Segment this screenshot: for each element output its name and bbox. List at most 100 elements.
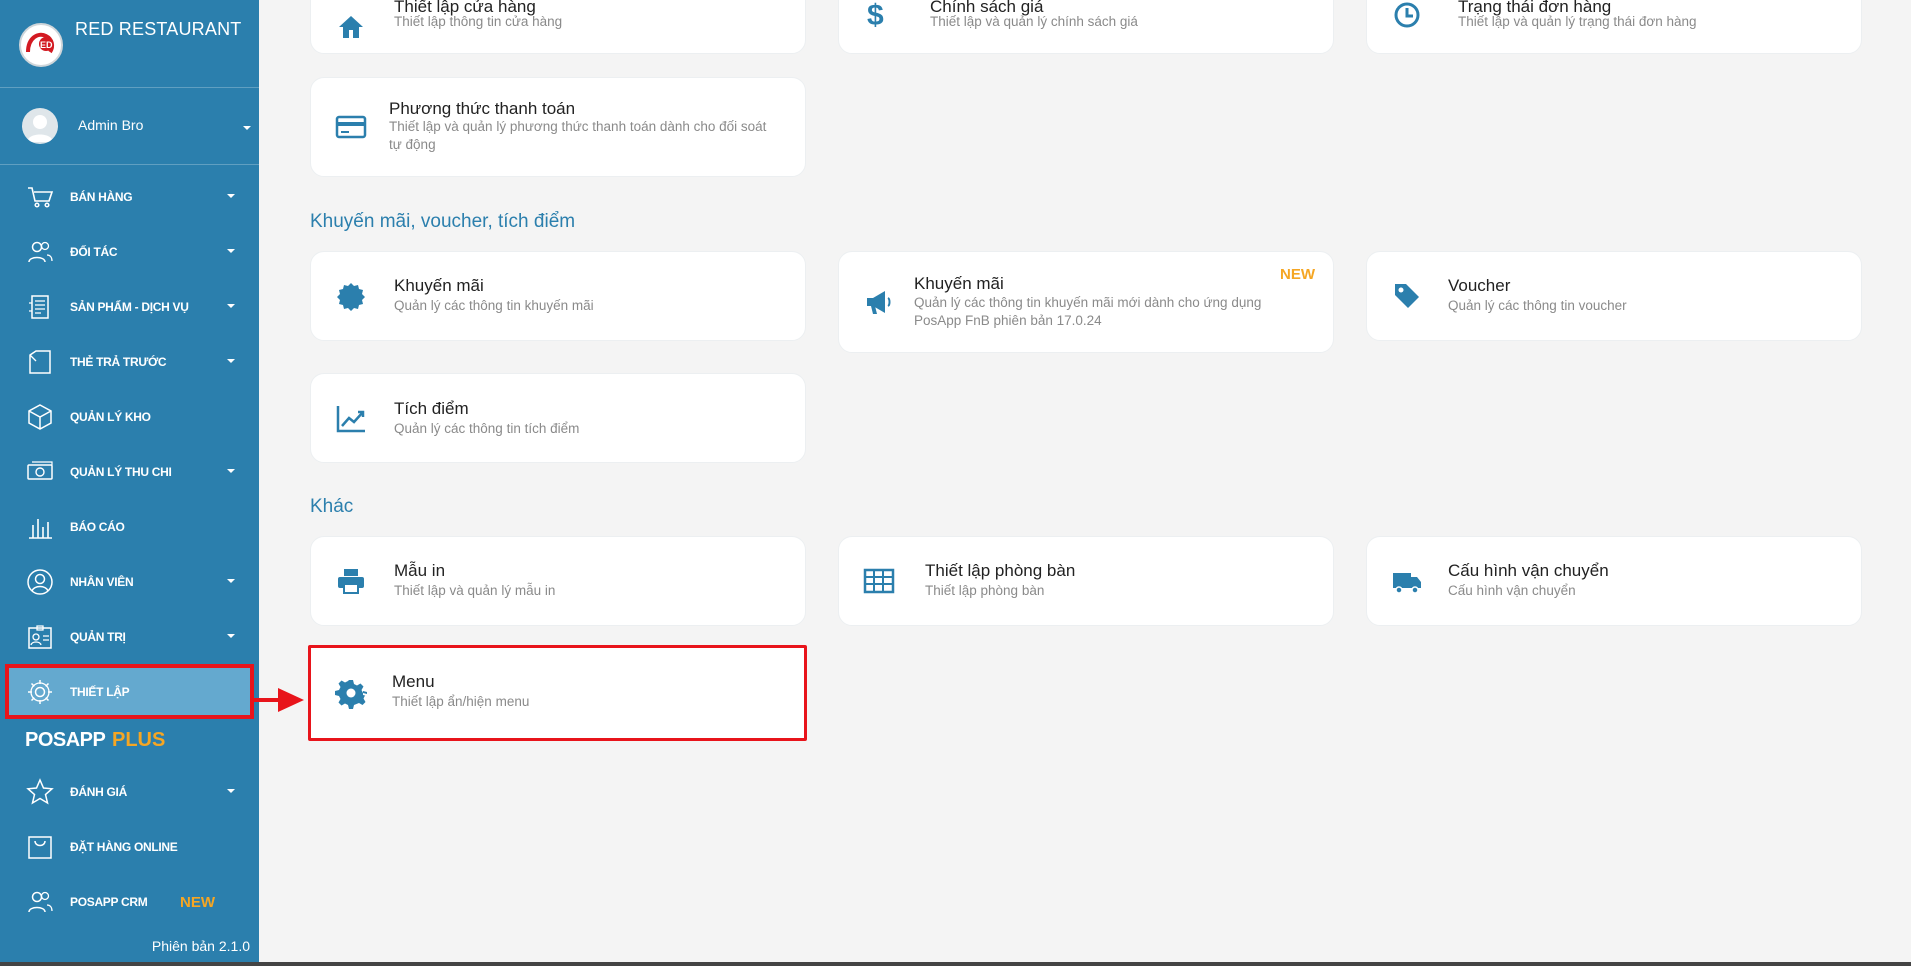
annotation-arrow bbox=[252, 688, 304, 712]
chevron-down-icon bbox=[227, 469, 235, 473]
sidebar-item-danh-gia[interactable]: ĐÁNH GIÁ bbox=[0, 764, 259, 819]
card-subtitle: Quản lý các thông tin voucher bbox=[1448, 298, 1627, 313]
sidebar-item-doi-tac[interactable]: ĐỐI TÁC bbox=[0, 224, 259, 279]
restaurant-logo[interactable]: ED bbox=[19, 23, 63, 67]
chevron-down-icon bbox=[227, 249, 235, 253]
star-icon bbox=[26, 778, 54, 805]
trend-chart-icon bbox=[336, 406, 365, 433]
users-icon bbox=[28, 241, 53, 263]
card-loyalty-points[interactable]: Tích điểm Quản lý các thông tin tích điể… bbox=[310, 373, 806, 463]
card-subtitle: Thiết lập phòng bàn bbox=[925, 583, 1045, 598]
sidebar-item-nhan-vien[interactable]: NHÂN VIÊN bbox=[0, 554, 259, 609]
card-title: Cấu hình vận chuyển bbox=[1448, 561, 1609, 580]
credit-card-icon bbox=[335, 115, 367, 139]
svg-text:ED: ED bbox=[40, 40, 53, 50]
gear-icon bbox=[335, 680, 367, 709]
card-shipping-config[interactable]: Cấu hình vận chuyển Cấu hình vận chuyển bbox=[1366, 536, 1862, 626]
sidebar-item-label: BÁO CÁO bbox=[70, 519, 125, 534]
sidebar-item-label: POSAPP CRM bbox=[70, 894, 148, 909]
card-title: Mẫu in bbox=[394, 561, 446, 580]
card-subtitle: Thiết lập và quản lý phương thức thanh t… bbox=[389, 119, 767, 134]
prepaid-card-icon bbox=[29, 350, 51, 374]
sidebar-item-quan-ly-kho[interactable]: QUẢN LÝ KHO bbox=[0, 389, 259, 444]
bottom-border bbox=[0, 962, 1911, 966]
printer-icon bbox=[338, 569, 364, 594]
card-title: Voucher bbox=[1448, 276, 1511, 295]
avatar bbox=[22, 108, 58, 144]
card-subtitle-line2: tự động bbox=[389, 137, 436, 152]
sidebar-item-san-pham[interactable]: SẢN PHẨM - DỊCH VỤ bbox=[0, 279, 259, 334]
sidebar-item-thiet-lap[interactable]: THIẾT LẬP bbox=[5, 664, 254, 719]
card-price-policy[interactable]: $ Chính sách giá Thiết lập và quản lý ch… bbox=[838, 0, 1334, 54]
chevron-down-icon bbox=[227, 789, 235, 793]
card-title: Khuyến mãi bbox=[394, 276, 484, 295]
new-badge: NEW bbox=[1280, 266, 1315, 283]
clock-icon bbox=[1394, 2, 1420, 28]
badge-icon bbox=[337, 283, 365, 311]
card-store-settings[interactable]: Thiết lập cửa hàng Thiết lập thông tin c… bbox=[310, 0, 806, 54]
chevron-down-icon bbox=[227, 304, 235, 308]
card-subtitle: Quản lý các thông tin khuyến mãi bbox=[394, 298, 594, 313]
card-title: Menu bbox=[392, 672, 435, 691]
chevron-down-icon bbox=[227, 359, 235, 363]
user-circle-icon bbox=[27, 569, 53, 595]
sidebar-item-ban-hang[interactable]: BÁN HÀNG bbox=[0, 169, 259, 224]
table-grid-icon bbox=[863, 568, 895, 594]
plus-label: PLUS bbox=[112, 729, 166, 751]
sidebar-item-label: QUẢN LÝ KHO bbox=[70, 409, 151, 424]
version-label: Phiên bản 2.1.0 bbox=[151, 938, 250, 954]
card-payment-method[interactable]: Phương thức thanh toán Thiết lập và quản… bbox=[310, 77, 806, 177]
card-table-setup[interactable]: Thiết lập phòng bàn Thiết lập phòng bàn bbox=[838, 536, 1334, 626]
user-name: Admin Bro bbox=[78, 117, 144, 133]
card-subtitle: Thiết lập và quản lý mẫu in bbox=[394, 583, 556, 598]
chevron-down-icon bbox=[227, 579, 235, 583]
section-title-promotions: Khuyến mãi, voucher, tích điểm bbox=[310, 211, 576, 232]
sidebar-item-thu-chi[interactable]: QUẢN LÝ THU CHI bbox=[0, 444, 259, 499]
sidebar-item-posapp-crm[interactable]: POSAPP CRM NEW bbox=[0, 874, 259, 929]
sidebar-item-label: ĐÁNH GIÁ bbox=[70, 784, 127, 799]
sidebar-item-label: NHÂN VIÊN bbox=[70, 574, 134, 589]
card-subtitle: Thiết lập thông tin cửa hàng bbox=[394, 14, 563, 29]
sidebar-item-dat-hang-online[interactable]: ĐẶT HÀNG ONLINE bbox=[0, 819, 259, 874]
card-title: Tích điểm bbox=[394, 399, 469, 418]
sidebar-item-the-tra-truoc[interactable]: THẺ TRẢ TRƯỚC bbox=[0, 334, 259, 389]
gear-icon bbox=[28, 680, 52, 704]
section-title-other: Khác bbox=[310, 496, 354, 517]
card-subtitle: Thiết lập ẩn/hiện menu bbox=[392, 694, 530, 709]
card-subtitle: Quản lý các thông tin tích điểm bbox=[394, 421, 580, 436]
chevron-down-icon bbox=[227, 194, 235, 198]
card-subtitle: Thiết lập và quản lý trạng thái đơn hàng bbox=[1458, 14, 1697, 29]
card-title: Khuyến mãi bbox=[914, 274, 1004, 293]
card-title: Thiết lập phòng bàn bbox=[925, 561, 1076, 580]
settings-main: Thiết lập cửa hàng Thiết lập thông tin c… bbox=[259, 0, 1911, 966]
card-print-templates[interactable]: Mẫu in Thiết lập và quản lý mẫu in bbox=[310, 536, 806, 626]
sidebar-item-label: ĐỐI TÁC bbox=[70, 244, 118, 259]
card-menu-settings[interactable]: Menu Thiết lập ẩn/hiện menu bbox=[308, 645, 807, 741]
truck-icon bbox=[1393, 573, 1421, 594]
card-title: Phương thức thanh toán bbox=[389, 99, 576, 118]
sidebar-item-label: SẢN PHẨM - DỊCH VỤ bbox=[70, 299, 189, 314]
sidebar-item-label: THIẾT LẬP bbox=[70, 684, 130, 699]
cart-icon bbox=[28, 187, 54, 208]
sidebar-item-label: ĐẶT HÀNG ONLINE bbox=[70, 839, 178, 854]
users-icon bbox=[28, 891, 53, 913]
card-order-status[interactable]: Trạng thái đơn hàng Thiết lập và quản lý… bbox=[1366, 0, 1862, 54]
sidebar: ED RED RESTAURANT Admin Bro BÁN HÀNG ĐỐI… bbox=[0, 0, 259, 966]
sidebar-item-bao-cao[interactable]: BÁO CÁO bbox=[0, 499, 259, 554]
card-voucher[interactable]: Voucher Quản lý các thông tin voucher bbox=[1366, 251, 1862, 341]
new-badge: NEW bbox=[180, 894, 215, 911]
chevron-down-icon bbox=[243, 126, 251, 130]
box-icon bbox=[28, 404, 52, 430]
chevron-down-icon bbox=[227, 634, 235, 638]
card-promotion[interactable]: Khuyến mãi Quản lý các thông tin khuyến … bbox=[310, 251, 806, 341]
card-subtitle: Quản lý các thông tin khuyến mãi mới dàn… bbox=[914, 295, 1262, 310]
tag-icon bbox=[1395, 284, 1419, 308]
bar-chart-icon bbox=[29, 519, 52, 539]
card-subtitle-line2: PosApp FnB phiên bản 17.0.24 bbox=[914, 313, 1102, 328]
sidebar-item-quan-tri[interactable]: QUẢN TRỊ bbox=[0, 609, 259, 664]
sidebar-item-label: THẺ TRẢ TRƯỚC bbox=[70, 354, 167, 369]
user-menu[interactable]: Admin Bro bbox=[0, 88, 259, 165]
shopping-bag-icon bbox=[28, 836, 52, 859]
dollar-icon: $ bbox=[867, 0, 884, 32]
card-promotion-new[interactable]: Khuyến mãi Quản lý các thông tin khuyến … bbox=[838, 251, 1334, 353]
